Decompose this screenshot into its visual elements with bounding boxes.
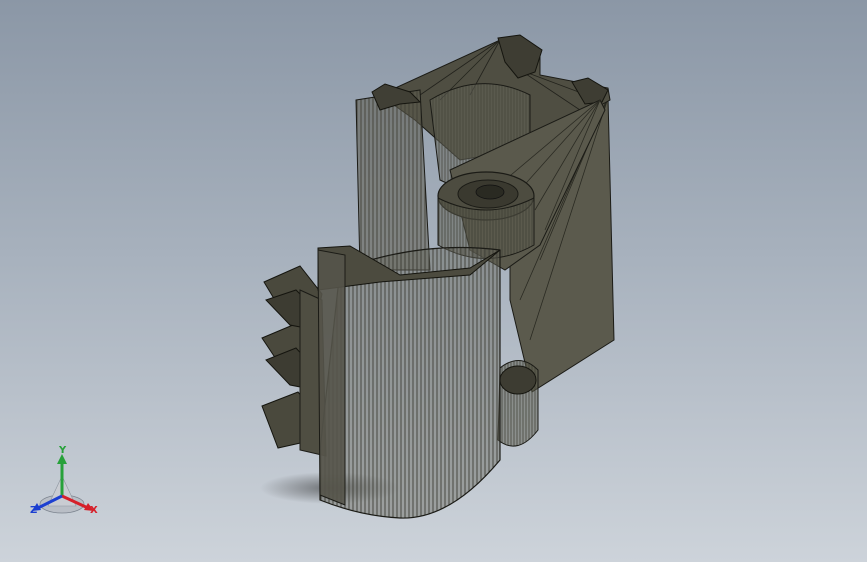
front-cylinder-left-face	[317, 249, 346, 506]
view-orientation-triad[interactable]: Y X Z	[22, 446, 106, 524]
back-left-column-tint	[355, 89, 431, 271]
front-cylinder-tint	[319, 246, 501, 519]
3d-model[interactable]	[0, 0, 867, 562]
boss-top-hole	[475, 184, 505, 200]
boss-lower-top	[499, 365, 537, 395]
triad-y-label: Y	[59, 445, 67, 456]
triad-z-label: Z	[30, 505, 38, 516]
graphics-viewport[interactable]: Y X Z	[0, 0, 867, 562]
triad-x-label: X	[90, 505, 98, 516]
